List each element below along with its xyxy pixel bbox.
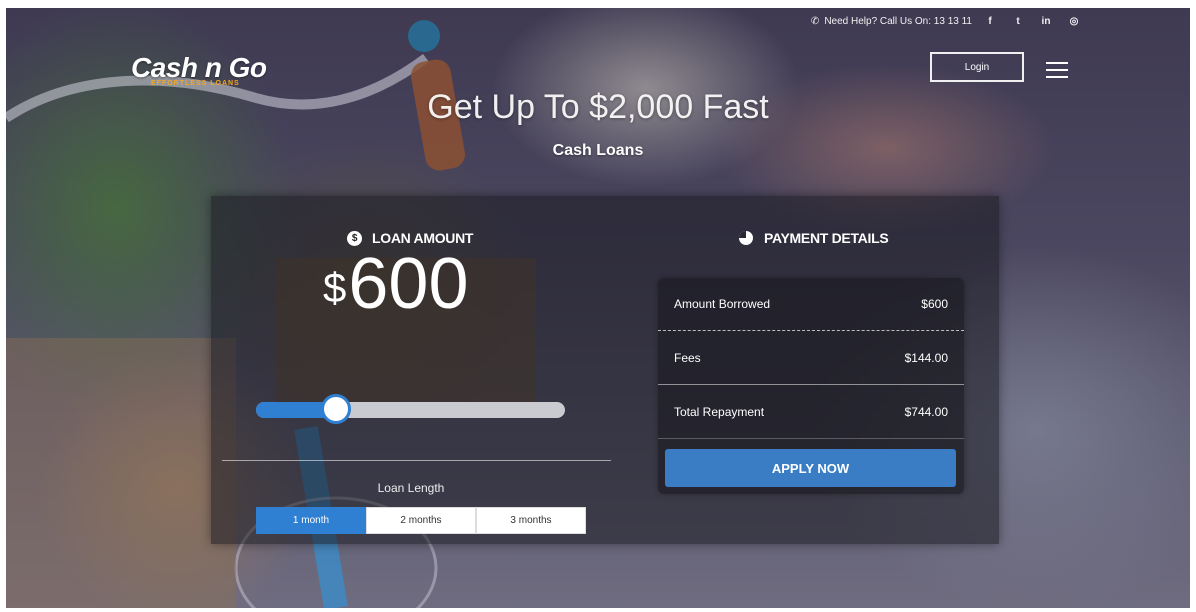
loan-length-options: 1 month 2 months 3 months: [256, 507, 586, 534]
twitter-icon[interactable]: t: [1012, 16, 1024, 27]
loan-length-label: Loan Length: [377, 481, 445, 495]
top-contact-bar: ✆ Need Help? Call Us On: 13 13 11 f t in…: [811, 16, 1080, 27]
apply-now-button[interactable]: APPLY NOW: [665, 449, 956, 487]
term-3-months[interactable]: 3 months: [476, 507, 586, 534]
currency-symbol: $: [323, 264, 347, 311]
payment-row: Total Repayment $744.00: [658, 386, 964, 439]
term-2-months[interactable]: 2 months: [366, 507, 476, 534]
payment-details-heading: PAYMENT DETAILS: [738, 230, 889, 246]
row-label: Amount Borrowed: [674, 297, 771, 311]
loan-calculator: $ LOAN AMOUNT $600 Loan Length 1 month 2…: [211, 196, 999, 544]
payment-row: Amount Borrowed $600: [658, 278, 964, 331]
row-value: $744.00: [904, 405, 948, 419]
payment-row: Fees $144.00: [658, 332, 964, 385]
facebook-icon[interactable]: f: [984, 16, 996, 27]
login-button[interactable]: Login: [930, 52, 1024, 82]
loan-amount-value: $600: [323, 244, 469, 324]
row-value: $600: [921, 297, 948, 311]
hero-title: Get Up To $2,000 Fast: [427, 88, 769, 126]
slider-handle[interactable]: [321, 394, 352, 424]
loan-amount-slider[interactable]: [256, 394, 565, 424]
instagram-icon[interactable]: ◎: [1068, 16, 1080, 27]
row-label: Fees: [674, 351, 701, 365]
social-links: f t in ◎: [984, 16, 1080, 27]
hero-background: ✆ Need Help? Call Us On: 13 13 11 f t in…: [6, 8, 1190, 608]
linkedin-icon[interactable]: in: [1040, 16, 1052, 27]
loan-amount-section: $ LOAN AMOUNT $600 Loan Length 1 month 2…: [211, 196, 611, 544]
help-line[interactable]: ✆ Need Help? Call Us On: 13 13 11: [811, 16, 972, 27]
section-divider: [222, 460, 611, 461]
pie-chart-icon: [739, 231, 753, 245]
term-1-month[interactable]: 1 month: [256, 507, 366, 534]
hero-subtitle: Cash Loans: [552, 142, 644, 159]
hamburger-menu-icon[interactable]: [1046, 62, 1068, 78]
phone-icon: ✆: [810, 16, 820, 27]
help-text: Need Help? Call Us On: 13 13 11: [824, 16, 972, 27]
row-label: Total Repayment: [674, 405, 765, 419]
payment-details-table: Amount Borrowed $600 Fees $144.00 Total …: [658, 278, 964, 494]
row-value: $144.00: [904, 351, 948, 365]
